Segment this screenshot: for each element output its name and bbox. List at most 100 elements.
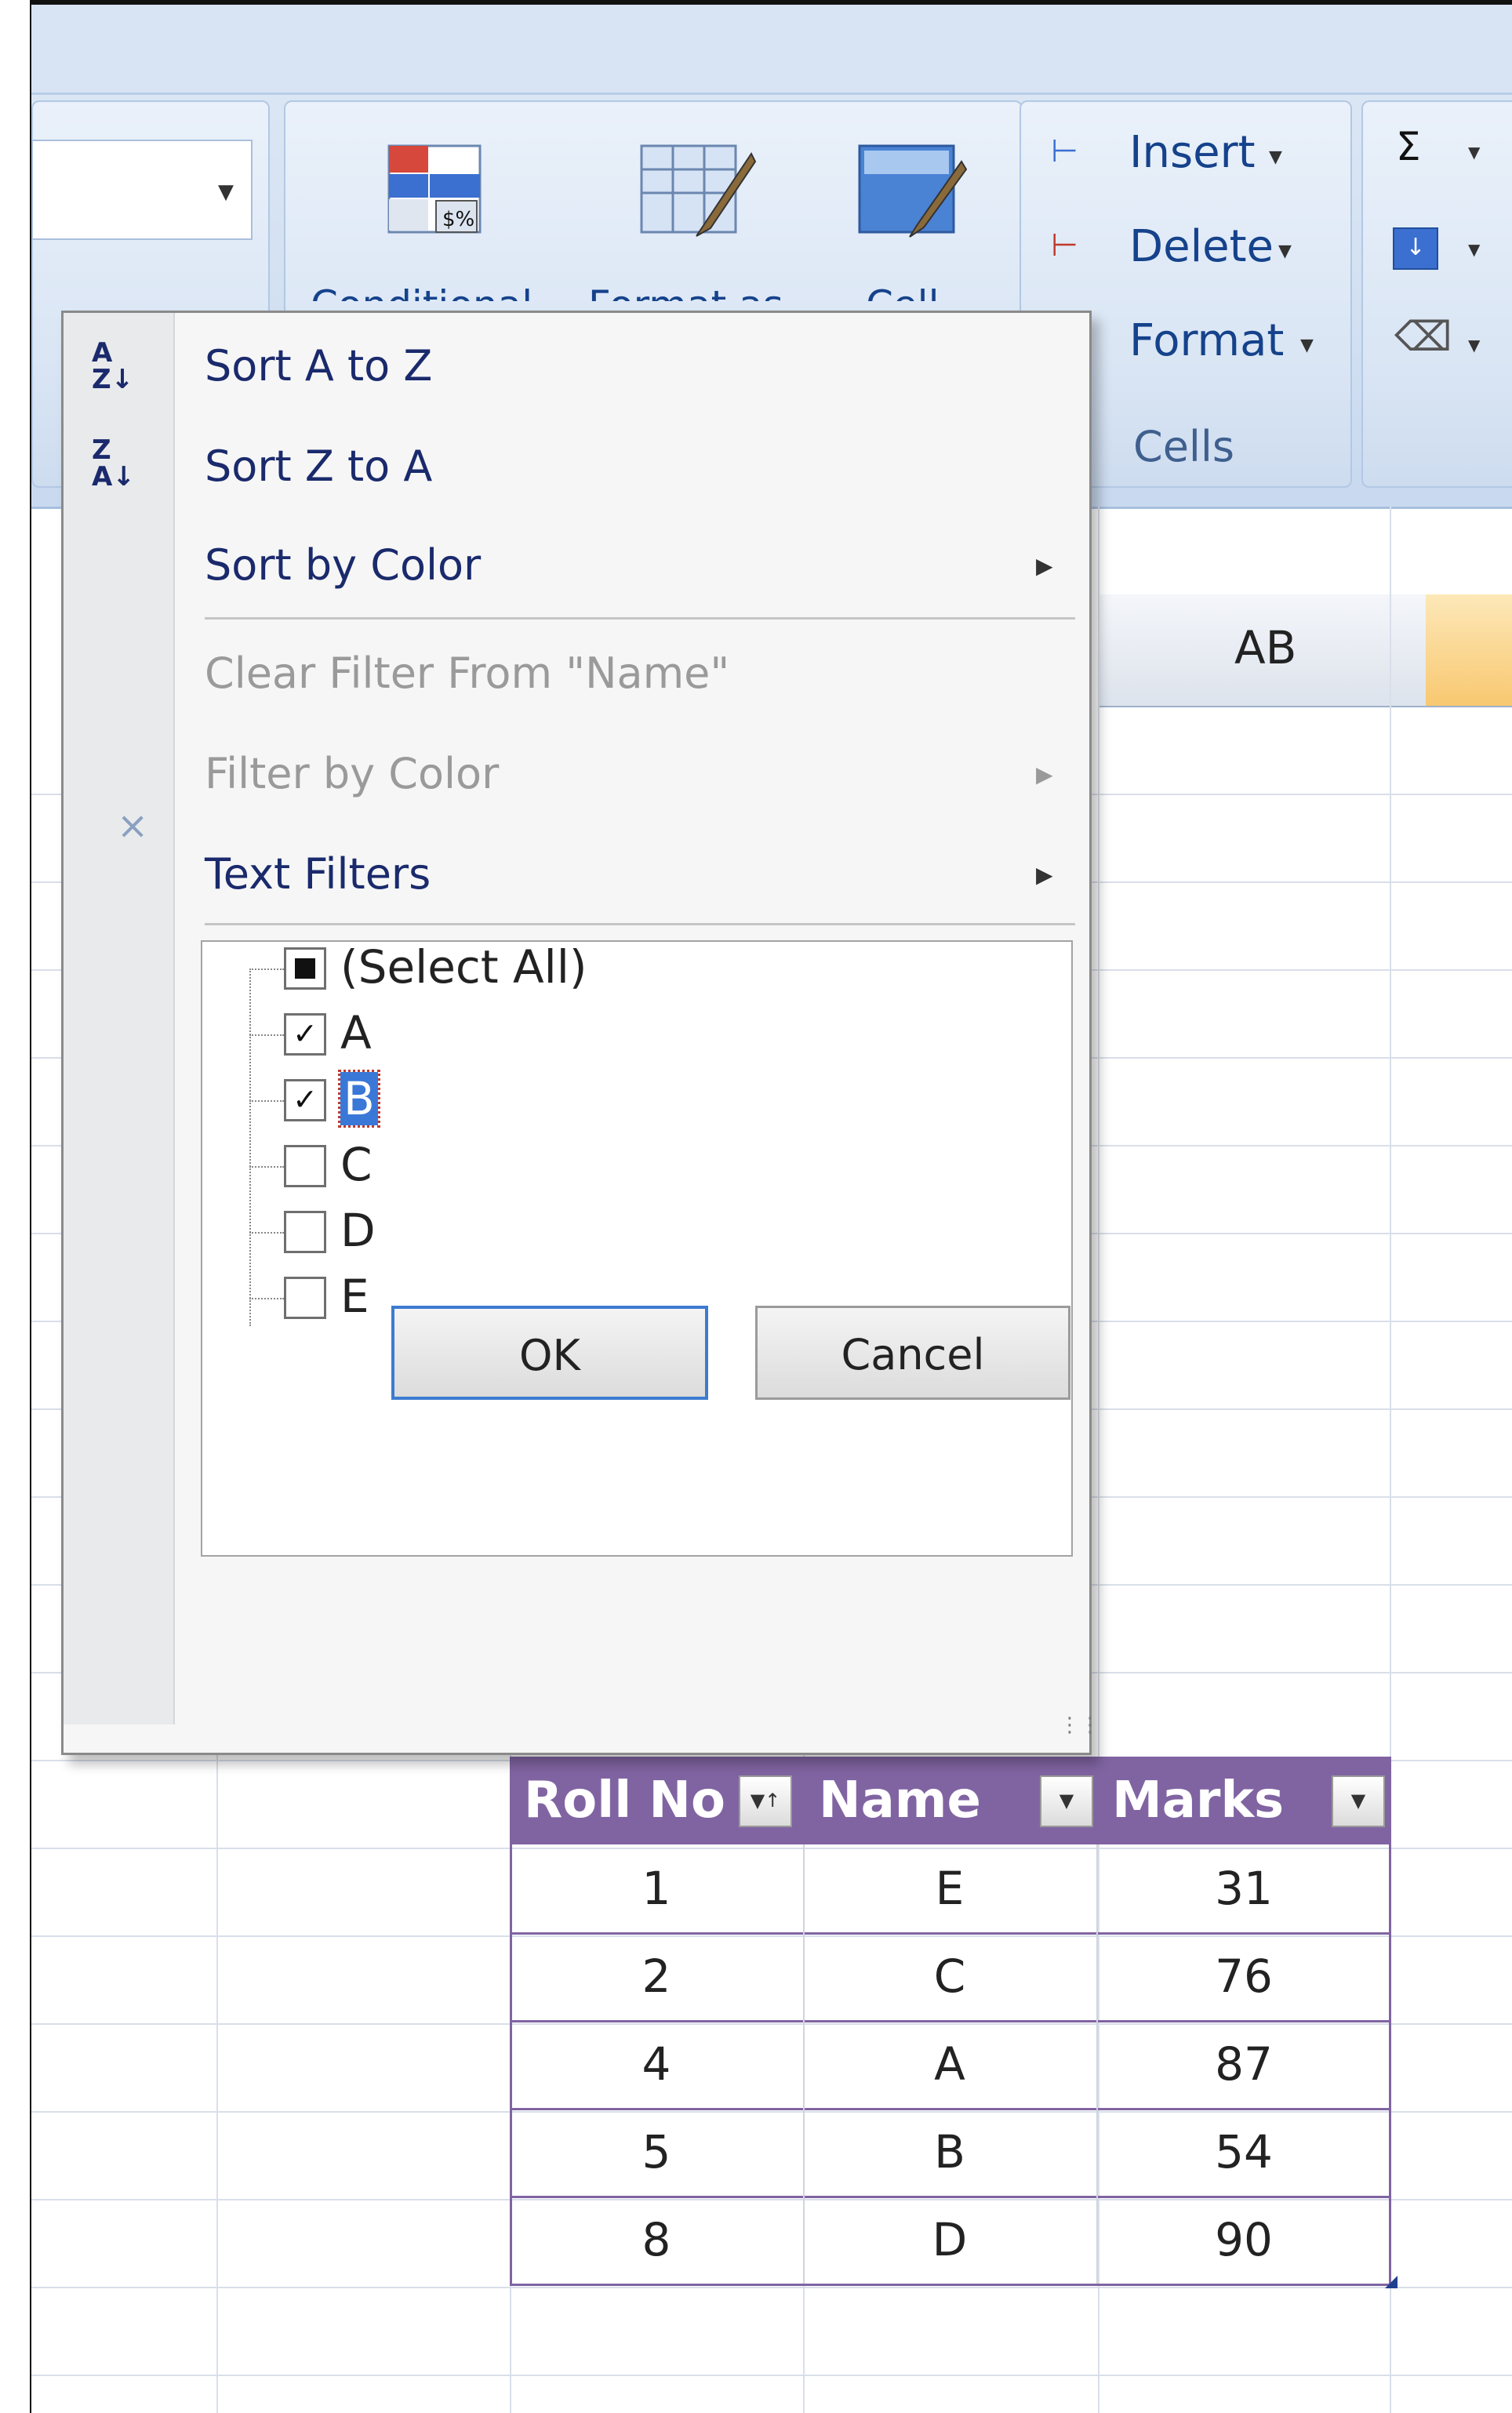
table-row[interactable]: 4 A 87 [510, 2020, 1391, 2110]
table-resize-handle[interactable] [1385, 2276, 1398, 2288]
table-row[interactable]: 2 C 76 [510, 1932, 1391, 2022]
format-button[interactable]: Format ▼ [1048, 307, 1346, 386]
cell-name: D [932, 2213, 968, 2266]
insert-label: Insert [1129, 127, 1256, 178]
filter-values-list[interactable]: (Select All) ✓ A ✓ B C D E [201, 940, 1073, 1557]
chevron-down-icon: ▼ [1300, 336, 1314, 355]
tree-line [249, 1034, 284, 1036]
menu-icon-column [64, 313, 175, 1724]
chevron-down-icon: ▼ [1468, 143, 1481, 162]
grid-row-line [31, 2375, 1512, 2376]
sort-az-icon: A Z↓ [92, 337, 134, 395]
cell-styles-icon[interactable] [852, 138, 969, 248]
table-column-divider [803, 1844, 805, 2284]
table-border-right [1389, 1757, 1391, 2284]
window-left-edge [0, 0, 31, 2413]
format-as-table-icon[interactable] [634, 138, 759, 248]
submenu-arrow-icon: ▶ [1036, 553, 1053, 579]
ribbon-group-editing [1361, 100, 1512, 488]
header-roll-no: Roll No [524, 1772, 725, 1830]
chevron-down-icon: ▼ [1278, 242, 1292, 261]
sort-z-to-a-item[interactable]: Sort Z to A [205, 420, 1067, 514]
submenu-arrow-icon: ▶ [1036, 862, 1053, 888]
number-format-dropdown[interactable]: ▼ [31, 140, 253, 240]
item-b-checkbox[interactable]: ✓ [284, 1079, 326, 1121]
sort-by-color-item[interactable]: Sort by Color [205, 518, 1067, 612]
column-header-ab-label: AB [1234, 621, 1297, 674]
ok-button[interactable]: OK [391, 1306, 708, 1400]
table-border-left [510, 1757, 512, 2284]
format-label: Format [1129, 315, 1285, 366]
cell-roll-no: 8 [642, 2213, 671, 2266]
item-d-checkbox[interactable] [284, 1211, 326, 1253]
table-row[interactable]: 1 E 31 [510, 1844, 1391, 1935]
table-header-row: Roll No ▼↑ Name ▼ Marks ▼ [510, 1757, 1391, 1844]
item-a-checkbox[interactable]: ✓ [284, 1013, 326, 1056]
chevron-down-icon: ▼ [1269, 147, 1282, 167]
cell-name: A [934, 2037, 965, 2091]
sort-za-icon: Z A↓ [92, 434, 135, 492]
item-c-label[interactable]: C [340, 1138, 373, 1191]
fill-down-icon[interactable]: ↓ [1393, 227, 1438, 270]
cell-marks: 87 [1215, 2037, 1273, 2091]
delete-label: Delete [1129, 221, 1274, 272]
item-d-label[interactable]: D [340, 1204, 376, 1257]
cell-marks: 31 [1215, 1862, 1273, 1915]
text-filters-item[interactable]: Text Filters [205, 827, 1067, 921]
resize-grip-icon[interactable]: ⋮⋮ [1059, 1713, 1100, 1737]
grid-row-line [31, 2287, 1512, 2288]
filter-by-color-item: Filter by Color [205, 749, 500, 798]
cell-name: C [933, 1950, 966, 2003]
tree-line [249, 1166, 284, 1168]
item-c-checkbox[interactable] [284, 1145, 326, 1187]
excel-window: ▼ $% Conditional Format as Cell ⊢ Insert… [0, 0, 1512, 2413]
item-e-label[interactable]: E [340, 1270, 369, 1323]
cancel-button[interactable]: Cancel [755, 1306, 1070, 1400]
tree-line [249, 1232, 284, 1234]
insert-button[interactable]: ⊢ Insert ▼ [1048, 119, 1346, 198]
svg-text:$%: $% [442, 208, 474, 231]
table-row[interactable]: 8 D 90 [510, 2196, 1391, 2286]
cell-roll-no: 1 [642, 1862, 671, 1915]
select-all-label[interactable]: (Select All) [340, 940, 587, 994]
cell-roll-no: 5 [642, 2125, 671, 2179]
chevron-down-icon: ▼ [218, 180, 234, 204]
tree-line [249, 968, 284, 970]
name-filter-button[interactable]: ▼ [1040, 1775, 1093, 1827]
cell-roll-no: 2 [642, 1950, 671, 2003]
marks-filter-button[interactable]: ▼ [1332, 1775, 1385, 1827]
delete-cells-icon: ⊢ [1051, 227, 1078, 263]
ribbon-tab-area [31, 5, 1512, 93]
delete-button[interactable]: ⊢ Delete ▼ [1048, 213, 1346, 292]
conditional-formatting-icon[interactable]: $% [381, 138, 491, 248]
cell-name: E [935, 1862, 965, 1915]
sigma-icon[interactable]: Σ [1396, 124, 1421, 169]
sort-a-to-z-item[interactable]: Sort A to Z [205, 319, 1067, 413]
ribbon-divider [31, 93, 1512, 95]
select-all-checkbox[interactable] [284, 947, 326, 990]
insert-cells-icon: ⊢ [1051, 133, 1078, 169]
clear-filter-item: Clear Filter From "Name" [205, 649, 730, 698]
item-b-label[interactable]: B [338, 1070, 380, 1128]
cell-marks: 54 [1215, 2125, 1273, 2179]
column-header-ab[interactable]: AB [1098, 594, 1426, 707]
header-name: Name [819, 1772, 981, 1830]
item-e-checkbox[interactable] [284, 1277, 326, 1319]
cell-roll-no: 4 [642, 2037, 671, 2091]
autofilter-dropdown: A Z↓ Sort A to Z Z A↓ Sort Z to A Sort by … [61, 311, 1100, 1755]
eraser-icon[interactable]: ⌫ [1394, 314, 1452, 361]
submenu-arrow-icon: ▶ [1036, 761, 1053, 787]
tree-line [249, 968, 251, 1326]
table-column-divider [1096, 1844, 1098, 2284]
clear-filter-icon: ⨯ [117, 804, 149, 848]
chevron-down-icon: ▼ [1468, 336, 1481, 354]
cell-marks: 90 [1215, 2213, 1273, 2266]
item-a-label[interactable]: A [340, 1006, 372, 1059]
chevron-down-icon: ▼ [1468, 240, 1481, 259]
menu-separator [205, 617, 1075, 620]
column-header-selected[interactable]: A [1426, 594, 1512, 707]
roll-no-filter-button[interactable]: ▼↑ [739, 1775, 792, 1827]
menu-separator [205, 923, 1075, 925]
table-row[interactable]: 5 B 54 [510, 2108, 1391, 2198]
cell-marks: 76 [1215, 1950, 1273, 2003]
